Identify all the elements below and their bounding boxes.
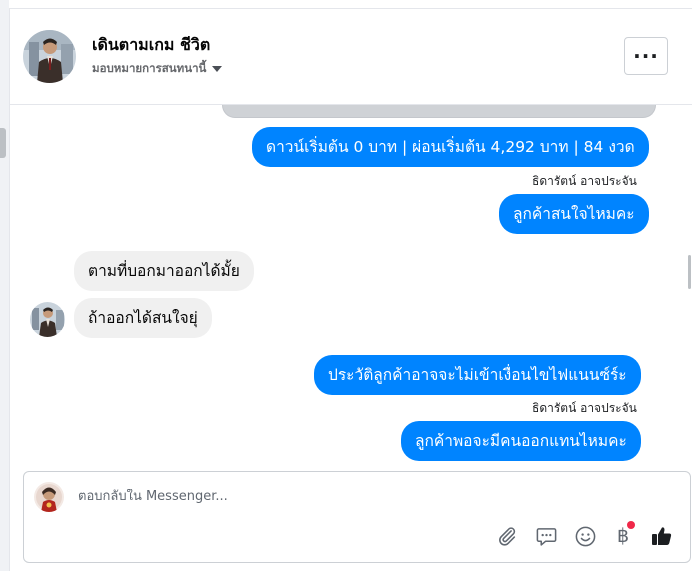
reply-composer: ฿ — [23, 471, 691, 563]
paperclip-icon — [499, 527, 516, 546]
message-bubble-outgoing[interactable]: ประวัติลูกค้าอาจจะไม่เข้าเงื่อนไขไฟแนนซ์… — [314, 355, 641, 395]
like-button[interactable] — [649, 523, 675, 549]
more-options-label: ··· — [633, 44, 659, 68]
emoji-button[interactable] — [572, 523, 598, 549]
message-text: ลูกค้าพอจะมีคนออกแทนไหมคะ — [415, 432, 627, 450]
message-text: ถ้าออกได้สนใจยุ่ — [88, 309, 198, 327]
payment-icon: ฿ — [616, 525, 630, 547]
left-scroll-edge — [0, 0, 10, 571]
notification-dot — [627, 521, 635, 529]
message-bubble-incoming[interactable]: ถ้าออกได้สนใจยุ่ — [74, 298, 212, 338]
payment-button[interactable]: ฿ — [610, 521, 636, 549]
message-bubble-outgoing[interactable]: ลูกค้าพอจะมีคนออกแทนไหมคะ — [401, 421, 641, 461]
message-bubble-outgoing[interactable]: ลูกค้าสนใจไหมคะ — [499, 194, 649, 234]
saved-replies-icon — [536, 527, 556, 546]
messenger-inbox-panel: เดินตามเกม ชีวิต มอบหมายการสนทนานี้ ··· … — [0, 0, 692, 571]
page-avatar — [34, 482, 64, 512]
message-text: ประวัติลูกค้าอาจจะไม่เข้าเงื่อนไขไฟแนนซ์… — [328, 366, 627, 384]
message-text: ตามที่บอกมาออกได้มั้ย — [88, 262, 240, 280]
left-scroll-handle[interactable] — [0, 128, 6, 158]
reply-input[interactable] — [78, 489, 478, 504]
contact-avatar-small[interactable] — [30, 302, 65, 337]
message-text: ดาวน์เริ่มต้น 0 บาท | ผ่อนเริ่มต้น 4,292… — [266, 138, 635, 156]
contact-avatar[interactable] — [23, 30, 76, 83]
top-edge — [9, 0, 692, 9]
message-bubble-incoming[interactable]: ตามที่บอกมาออกได้มั้ย — [74, 251, 254, 291]
sender-name: ธิดารัตน์ อาจประจัน — [532, 174, 637, 188]
emoji-icon — [575, 526, 595, 546]
more-options-button[interactable]: ··· — [624, 37, 668, 75]
message-bubble-outgoing[interactable]: ดาวน์เริ่มต้น 0 บาท | ผ่อนเริ่มต้น 4,292… — [252, 127, 649, 167]
composer-toolbar: ฿ — [494, 521, 684, 551]
message-thread[interactable]: ดาวน์เริ่มต้น 0 บาท | ผ่อนเริ่มต้น 4,292… — [10, 105, 692, 461]
attach-button[interactable] — [494, 523, 520, 549]
caret-down-icon — [212, 66, 223, 72]
contact-name[interactable]: เดินตามเกม ชีวิต — [92, 33, 210, 58]
thumbs-up-icon — [652, 527, 672, 545]
assign-conversation-dropdown[interactable]: มอบหมายการสนทนานี้ — [92, 60, 223, 78]
saved-replies-button[interactable] — [533, 523, 559, 549]
message-text: ลูกค้าสนใจไหมคะ — [513, 205, 635, 223]
assign-conversation-label: มอบหมายการสนทนานี้ — [92, 61, 207, 75]
sender-name: ธิดารัตน์ อาจประจัน — [532, 401, 637, 415]
thread-scrollbar[interactable] — [688, 255, 691, 289]
conversation-header: เดินตามเกม ชีวิต มอบหมายการสนทนานี้ ··· — [10, 9, 692, 105]
image-attachment-partial[interactable] — [222, 105, 656, 118]
